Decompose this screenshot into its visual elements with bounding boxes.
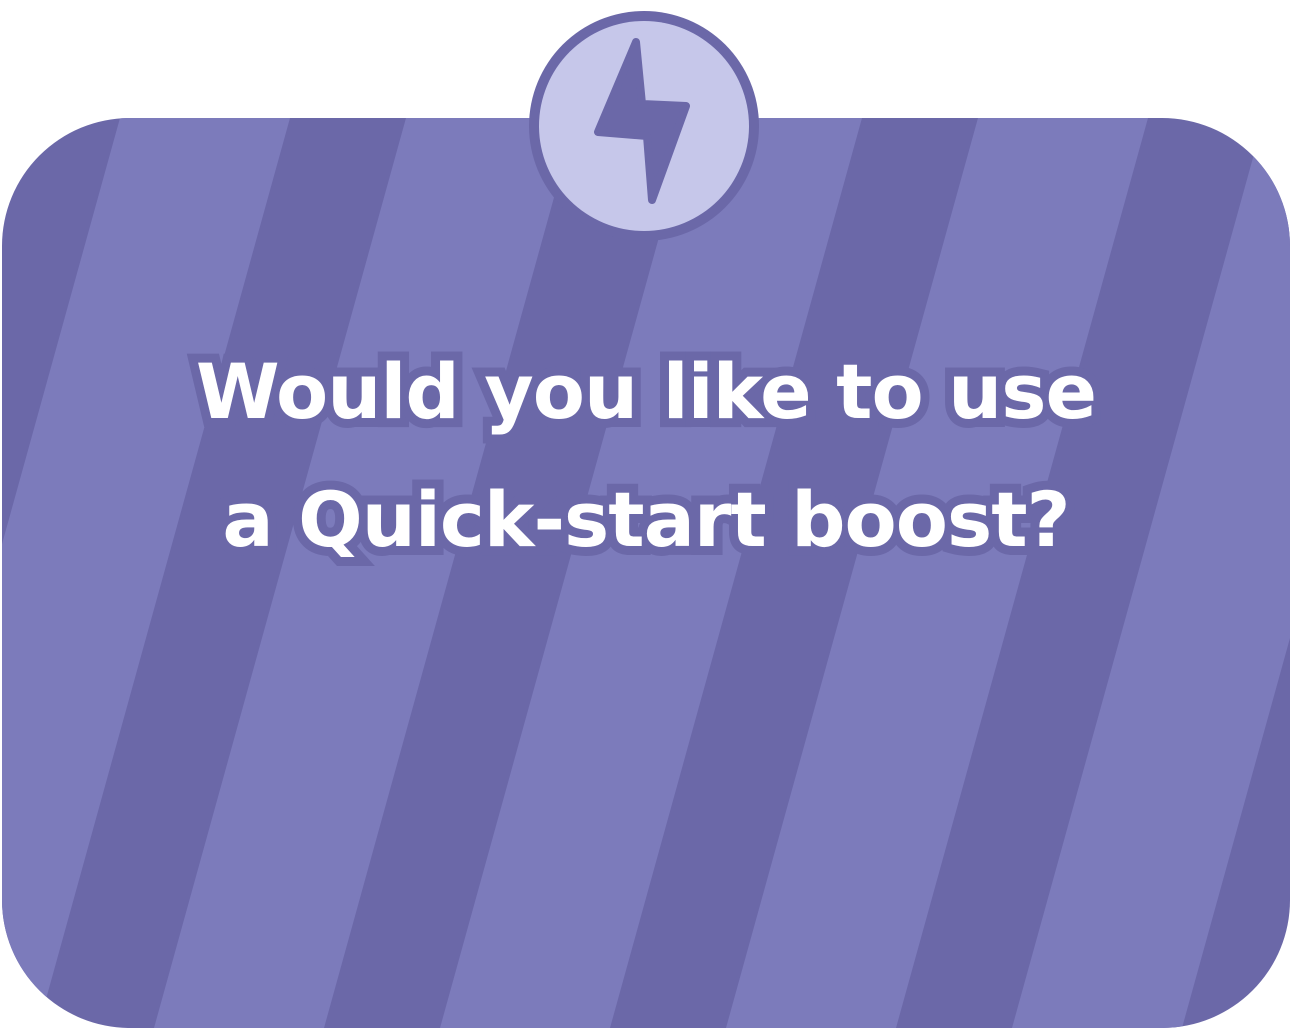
- quick-start-dialog: Would you like to use a Quick-start boos…: [2, 118, 1290, 1028]
- headline-line-1: Would you like to use: [187, 338, 1106, 445]
- headline: Would you like to use a Quick-start boos…: [2, 328, 1290, 584]
- boost-badge: [524, 6, 764, 246]
- headline-line-2: a Quick-start boost?: [213, 466, 1079, 573]
- lightning-bolt-icon: [529, 11, 759, 241]
